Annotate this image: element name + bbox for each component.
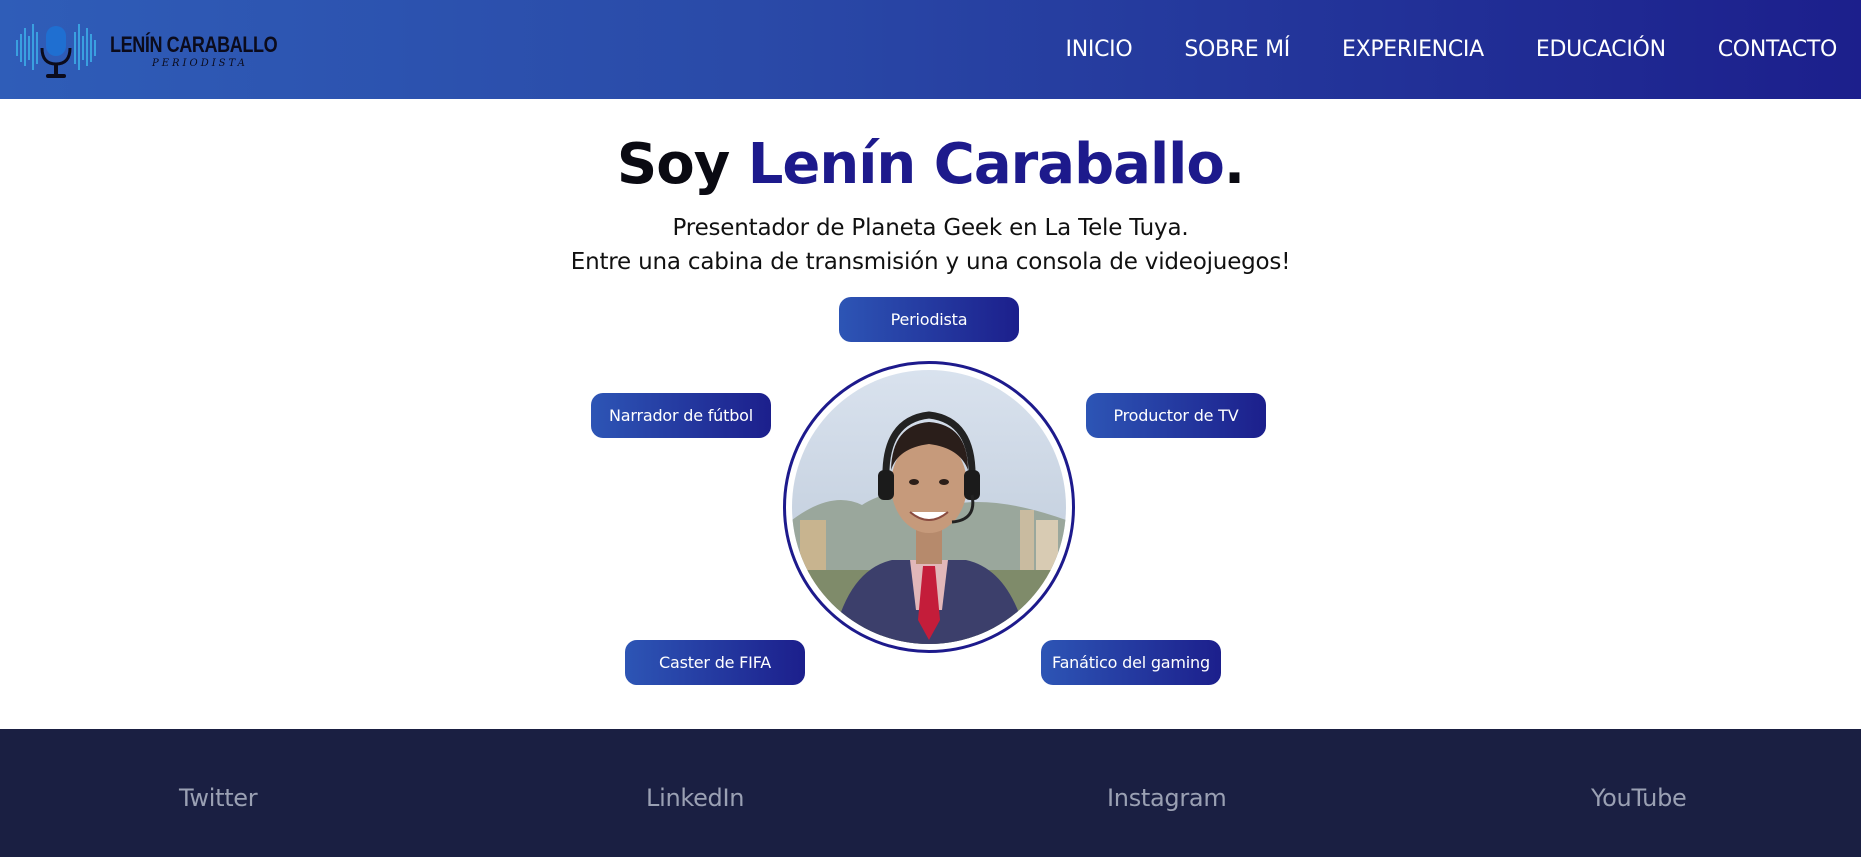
hero-subtitle-line1: Presentador de Planeta Geek en La Tele T… [672, 215, 1189, 241]
hero-title: Soy Lenín Caraballo. [0, 132, 1861, 197]
footer-link-instagram[interactable]: Instagram [1107, 784, 1227, 812]
footer-link-linkedin[interactable]: LinkedIn [646, 784, 744, 812]
role-tag-gaming: Fanático del gaming [1041, 640, 1221, 685]
profile-photo [792, 370, 1066, 644]
nav-item-sobre-mi[interactable]: SOBRE MÍ [1184, 37, 1290, 62]
brand-name: LENÍN CARABALLO [110, 32, 278, 57]
role-tag-caster: Caster de FIFA [625, 640, 805, 685]
site-footer: Twitter LinkedIn Instagram YouTube [0, 729, 1861, 857]
footer-link-twitter[interactable]: Twitter [179, 784, 258, 812]
nav-item-contacto[interactable]: CONTACTO [1718, 37, 1838, 62]
hero-subtitle-line2: Entre una cabina de transmisión y una co… [570, 249, 1291, 275]
nav-item-inicio[interactable]: INICIO [1066, 37, 1133, 62]
role-tag-narrador: Narrador de fútbol [591, 393, 771, 438]
hero-title-suffix: . [1223, 132, 1245, 197]
site-header: LENÍN CARABALLO PERIODISTA INICIO SOBRE … [0, 0, 1861, 99]
footer-link-youtube[interactable]: YouTube [1591, 784, 1687, 812]
brand-logo[interactable]: LENÍN CARABALLO PERIODISTA [14, 18, 278, 82]
role-tag-periodista: Periodista [839, 297, 1019, 342]
role-tag-productor: Productor de TV [1086, 393, 1266, 438]
profile-photo-frame [783, 361, 1075, 653]
nav-item-educacion[interactable]: EDUCACIÓN [1536, 37, 1666, 62]
main-nav: INICIO SOBRE MÍ EXPERIENCIA EDUCACIÓN CO… [1066, 0, 1838, 99]
nav-item-experiencia[interactable]: EXPERIENCIA [1342, 37, 1484, 62]
profile-portrait-image [792, 370, 1066, 644]
microphone-logo-icon [16, 24, 96, 78]
hero-title-name: Lenín Caraballo [747, 132, 1225, 197]
brand-tagline: PERIODISTA [152, 58, 248, 69]
hero-title-prefix: Soy [616, 132, 748, 197]
